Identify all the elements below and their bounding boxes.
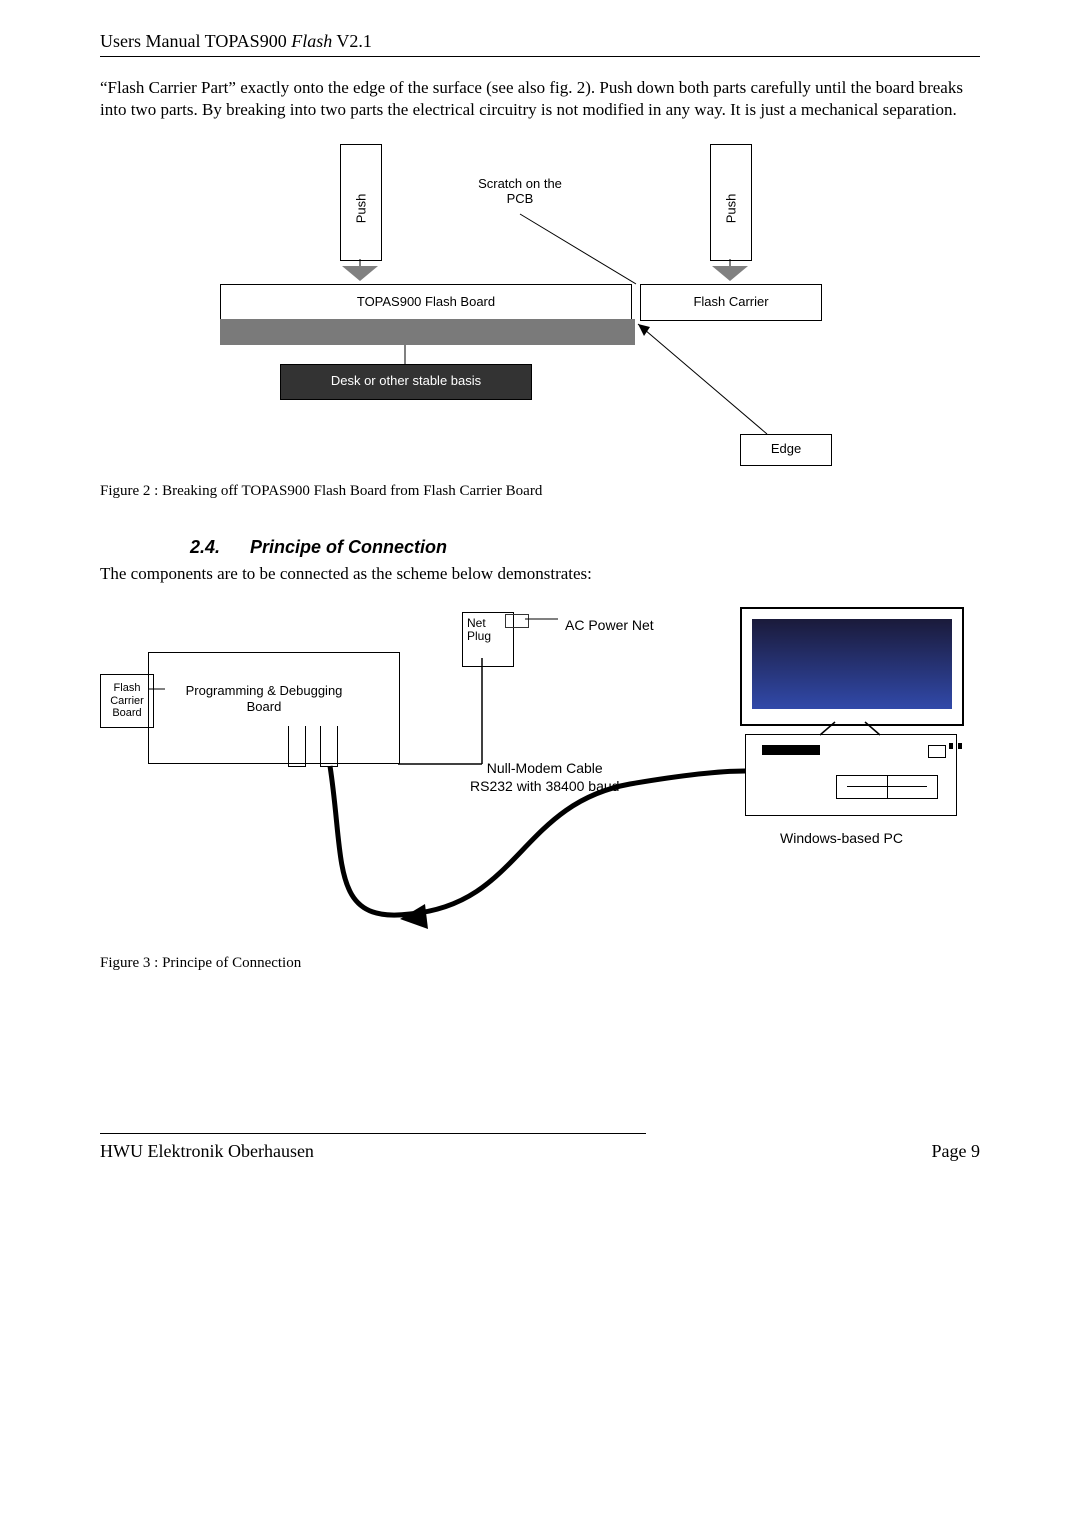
- pc-drive: [836, 775, 938, 799]
- figure-3-diagram: Flash Carrier Board Programming & Debugg…: [90, 604, 970, 934]
- section-heading: 2.4. Principe of Connection: [190, 536, 980, 559]
- fcb-line2: Carrier: [110, 695, 144, 707]
- footer: HWU Elektronik Oberhausen Page 9: [100, 1133, 980, 1163]
- section-number: 2.4.: [190, 537, 220, 557]
- prog-connector-1: [288, 726, 306, 767]
- push-label-right: Push: [723, 193, 740, 223]
- fcb-line1: Flash: [114, 682, 141, 694]
- section-title: Principe of Connection: [250, 537, 447, 557]
- prog-connector-2: [320, 726, 338, 767]
- fcb-line3: Board: [112, 707, 141, 719]
- footer-left: HWU Elektronik Oberhausen: [100, 1140, 314, 1163]
- footer-separator: [100, 1133, 646, 1134]
- pc-drive-line: [887, 776, 888, 798]
- ac-power-label: AC Power Net: [565, 616, 654, 634]
- flash-carrier-box: Flash Carrier: [640, 284, 822, 321]
- footer-right: Page 9: [932, 1140, 981, 1163]
- desk-label: Desk or other stable basis: [280, 364, 532, 400]
- null-modem-label: Null-Modem Cable RS232 with 38400 baud: [470, 759, 619, 795]
- scratch-line2: PCB: [507, 191, 534, 206]
- push-label-left: Push: [353, 193, 370, 223]
- header-post: V2.1: [332, 31, 372, 51]
- pc-tower: [745, 734, 957, 816]
- pc-slot: [762, 745, 820, 755]
- null-line2: RS232 with 38400 baud: [470, 778, 619, 794]
- pc-port: [928, 745, 946, 758]
- figure-2-caption: Figure 2 : Breaking off TOPAS900 Flash B…: [100, 482, 980, 502]
- pc-port-dot: [949, 743, 953, 749]
- figure-3-caption: Figure 3 : Principe of Connection: [100, 954, 980, 974]
- net-plug-connector: [505, 614, 529, 628]
- header-italic: Flash: [291, 31, 332, 51]
- pc-monitor-screen: [752, 619, 952, 709]
- scratch-label: Scratch on the PCB: [465, 176, 575, 207]
- windows-pc-label: Windows-based PC: [780, 829, 903, 847]
- flash-carrier-board-box: Flash Carrier Board: [100, 674, 154, 728]
- paragraph-2: The components are to be connected as th…: [100, 563, 980, 585]
- prog-debug-board-box: Programming & Debugging Board: [148, 652, 400, 764]
- null-line1: Null-Modem Cable: [487, 760, 603, 776]
- scratch-line1: Scratch on the: [478, 176, 562, 191]
- paragraph-1: “Flash Carrier Part” exactly onto the ed…: [100, 77, 980, 121]
- edge-label: Edge: [740, 434, 832, 466]
- flash-board-box: TOPAS900 Flash Board: [220, 284, 632, 321]
- desk-bar: [220, 319, 635, 345]
- figure-2-diagram: Push Push Scratch on the PCB TOPAS900 Fl…: [220, 144, 860, 474]
- prog-label: Programming & Debugging Board: [164, 683, 364, 717]
- net-plug-line1: Net: [467, 616, 486, 630]
- header-title: Users Manual TOPAS900 Flash V2.1: [100, 30, 980, 57]
- pc-monitor: [740, 607, 964, 726]
- header-pre: Users Manual TOPAS900: [100, 31, 291, 51]
- net-plug-line2: Plug: [467, 629, 491, 643]
- pc-port-dot2: [958, 743, 962, 749]
